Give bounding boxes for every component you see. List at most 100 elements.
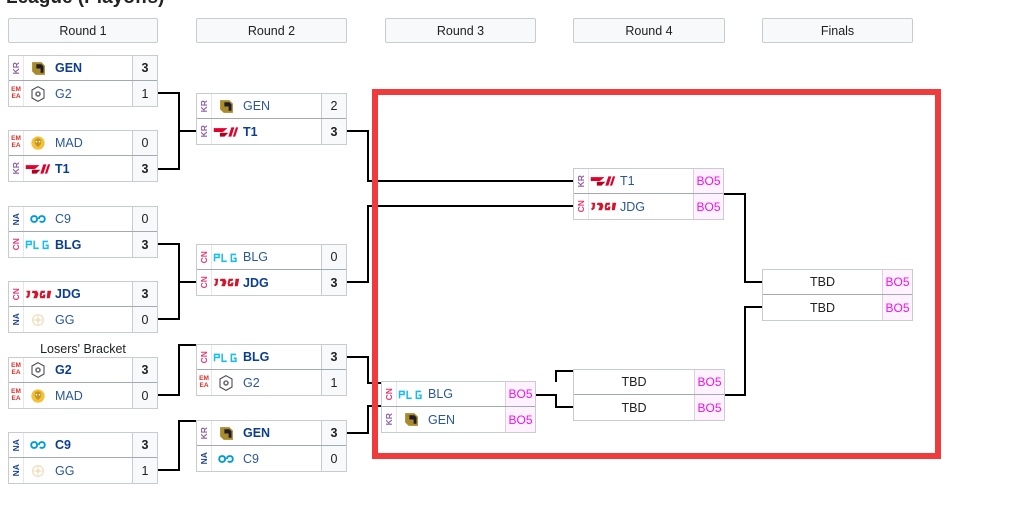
team-name[interactable]: C9 [240, 446, 321, 471]
connector [158, 92, 180, 94]
team-name[interactable]: BLG [52, 232, 132, 257]
team-name[interactable]: JDG [617, 194, 693, 219]
match-row[interactable]: CN BLG 0 [197, 245, 346, 270]
team-name[interactable]: JDG [240, 270, 321, 295]
team-name[interactable]: GEN [240, 421, 321, 445]
team-name[interactable]: C9 [52, 433, 132, 457]
round-header-4[interactable]: Round 4 [573, 18, 725, 43]
team-name[interactable]: BLG [425, 382, 505, 406]
region-flag-kr: KR [9, 156, 24, 181]
blg-logo-icon [24, 232, 52, 257]
t1-logo-icon [212, 119, 240, 144]
match-row[interactable]: NA C9 0 [9, 207, 157, 232]
match-row[interactable]: TBD BO5 [574, 395, 724, 420]
match-row[interactable]: KR T1 3 [9, 156, 157, 181]
round-header-2[interactable]: Round 2 [196, 18, 347, 43]
team-name[interactable]: GEN [425, 407, 505, 432]
match-finals[interactable]: TBD BO5 TBD BO5 [762, 269, 913, 321]
match-row[interactable]: CN BLG 3 [197, 345, 346, 370]
match-row[interactable]: TBD BO5 [763, 270, 912, 295]
match-row[interactable]: EM EA G2 1 [197, 370, 346, 395]
team-name[interactable]: GEN [240, 94, 321, 118]
match-row[interactable]: TBD BO5 [574, 370, 724, 395]
match-row[interactable]: EM EA G2 1 [9, 81, 157, 106]
region-flag-na: NA [9, 307, 24, 332]
connector [158, 243, 180, 245]
team-name[interactable]: BLG [240, 345, 321, 369]
match-row[interactable]: NA C9 3 [9, 433, 157, 458]
round-header-1[interactable]: Round 1 [8, 18, 158, 43]
team-name[interactable]: GEN [52, 56, 132, 80]
match-row[interactable]: CN JDG 3 [9, 282, 157, 307]
series-format-badge: BO5 [694, 395, 724, 420]
match-row[interactable]: NA C9 0 [197, 446, 346, 471]
team-score: 0 [132, 383, 157, 408]
match-row[interactable]: KR GEN 2 [197, 94, 346, 119]
round-header-3[interactable]: Round 3 [385, 18, 536, 43]
team-name[interactable]: GG [52, 458, 132, 483]
series-format-badge: BO5 [693, 194, 723, 219]
match-r2m2[interactable]: CN BLG 0 CN JDG 3 [196, 244, 347, 296]
connector [367, 180, 573, 182]
team-name[interactable]: JDG [52, 282, 132, 306]
mad-logo-icon [24, 383, 52, 408]
team-name[interactable]: C9 [52, 207, 132, 231]
match-row[interactable]: EM EA MAD 0 [9, 131, 157, 156]
region-flag-kr: KR [574, 169, 589, 193]
team-score: 3 [132, 282, 157, 306]
region-flag-cn: CN [197, 270, 212, 295]
match-row[interactable]: KR T1 BO5 [574, 169, 723, 194]
match-r1m2[interactable]: EM EA MAD 0 KR T1 3 [8, 130, 158, 182]
match-r1m5[interactable]: EM EA G2 3 EM EA MAD 0 [8, 357, 158, 409]
match-r2m4[interactable]: KR GEN 3 NA C9 0 [196, 420, 347, 472]
team-name[interactable]: GG [52, 307, 132, 332]
blg-logo-icon [397, 382, 425, 406]
team-name[interactable]: T1 [240, 119, 321, 144]
team-name: TBD [621, 375, 647, 389]
gen-logo-icon [397, 407, 425, 432]
region-flag-na: NA [9, 433, 24, 457]
match-r1m3[interactable]: NA C9 0 CN BLG 3 [8, 206, 158, 258]
match-row[interactable]: CN BLG 3 [9, 232, 157, 257]
match-row[interactable]: KR T1 3 [197, 119, 346, 144]
team-name[interactable]: BLG [240, 245, 321, 269]
match-r1m6[interactable]: NA C9 3 NA GG 1 [8, 432, 158, 484]
match-row[interactable]: EM EA MAD 0 [9, 383, 157, 408]
round-header-finals[interactable]: Finals [762, 18, 913, 43]
c9-logo-icon [24, 433, 52, 457]
series-format-badge: BO5 [882, 295, 912, 320]
page-title: League (Playoffs) [6, 0, 164, 9]
match-row[interactable]: TBD BO5 [763, 295, 912, 320]
match-row[interactable]: NA GG 0 [9, 307, 157, 332]
match-row[interactable]: CN JDG 3 [197, 270, 346, 295]
team-name[interactable]: G2 [240, 370, 321, 395]
match-row[interactable]: EM EA G2 3 [9, 358, 157, 383]
match-r2m3[interactable]: CN BLG 3 EM EA G2 1 [196, 344, 347, 396]
team-score: 0 [321, 446, 346, 471]
team-name[interactable]: MAD [52, 131, 132, 155]
match-r4m1[interactable]: TBD BO5 TBD BO5 [573, 369, 725, 421]
match-row[interactable]: KR GEN 3 [197, 421, 346, 446]
team-score: 0 [132, 131, 157, 155]
match-r1m4[interactable]: CN JDG 3 NA GG 0 [8, 281, 158, 333]
team-name[interactable]: G2 [52, 358, 132, 382]
match-r2m1[interactable]: KR GEN 2 KR T1 3 [196, 93, 347, 145]
team-name[interactable]: T1 [52, 156, 132, 181]
match-r3m2[interactable]: CN BLG BO5 KR GEN BO5 [381, 381, 536, 433]
team-score: 3 [132, 232, 157, 257]
match-row[interactable]: NA GG 1 [9, 458, 157, 483]
match-r3m1[interactable]: KR T1 BO5 CN JDG BO5 [573, 168, 724, 220]
team-score: 1 [132, 458, 157, 483]
match-r1m1[interactable]: KR GEN 3 EM EA G2 1 [8, 55, 158, 107]
team-name[interactable]: MAD [52, 383, 132, 408]
match-row[interactable]: CN BLG BO5 [382, 382, 535, 407]
gen-logo-icon [212, 94, 240, 118]
team-name[interactable]: T1 [617, 169, 693, 193]
team-score: 0 [132, 307, 157, 332]
team-name[interactable]: G2 [52, 81, 132, 106]
connector [744, 306, 746, 396]
team-score: 3 [321, 421, 346, 445]
match-row[interactable]: KR GEN BO5 [382, 407, 535, 432]
match-row[interactable]: KR GEN 3 [9, 56, 157, 81]
match-row[interactable]: CN JDG BO5 [574, 194, 723, 219]
